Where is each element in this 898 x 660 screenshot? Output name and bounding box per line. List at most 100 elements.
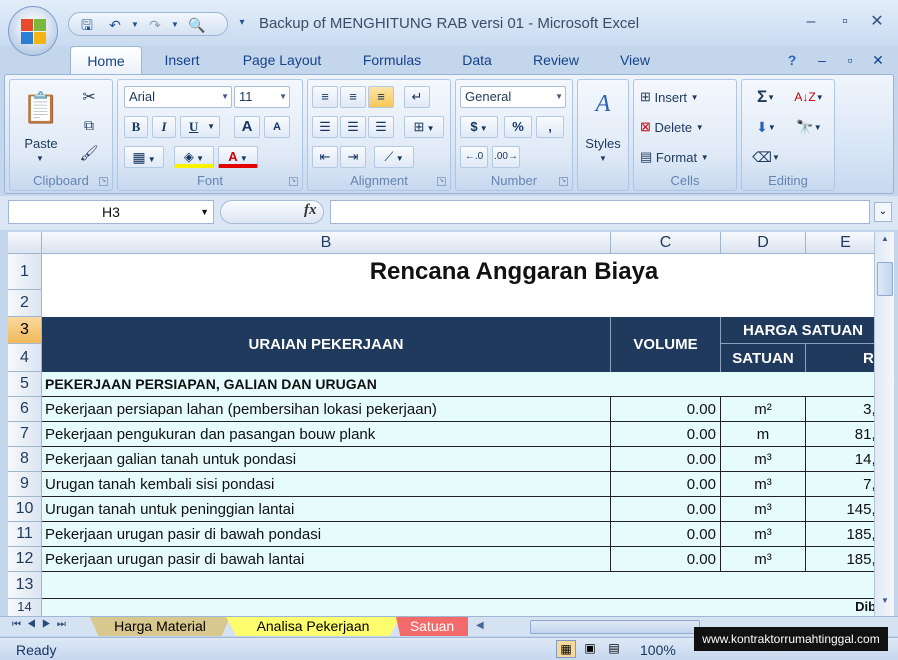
total-row-cell-e[interactable]: J	[806, 572, 874, 599]
font-name-input[interactable]: Arial ▼	[124, 86, 232, 108]
cell-volume[interactable]: 0.00	[611, 522, 721, 547]
clear-icon[interactable]: ⌫ ▼	[748, 146, 784, 168]
format-painter-icon[interactable]: 🖌	[76, 142, 102, 164]
number-format-select[interactable]: General ▼	[460, 86, 566, 108]
italic-button[interactable]: I	[152, 116, 176, 138]
sheet-tab-satuan[interactable]: Satuan	[396, 617, 468, 636]
page-layout-view-icon[interactable]: ▣	[580, 640, 600, 658]
tab-page-layout[interactable]: Page Layout	[230, 46, 334, 74]
cell-satuan[interactable]: m³	[721, 472, 806, 497]
total-row[interactable]	[42, 572, 874, 599]
cell-uraian[interactable]: Urugan tanah kembali sisi pondasi	[42, 472, 611, 497]
styles-icon[interactable]: A	[586, 88, 620, 120]
header-satuan[interactable]: SATUAN	[721, 344, 806, 372]
cell-uraian[interactable]: Pekerjaan urugan pasir di bawah pondasi	[42, 522, 611, 547]
workbook-close-icon[interactable]: ✕	[868, 46, 888, 74]
clipboard-expand-icon[interactable]: ↘	[99, 177, 108, 186]
decrease-indent-icon[interactable]: ⇤	[312, 146, 338, 168]
copy-icon[interactable]: ⧉	[76, 114, 102, 136]
merge-center-icon[interactable]: ⊞ ▼	[404, 116, 444, 138]
tab-view[interactable]: View	[606, 46, 664, 74]
ribbon-restore-icon[interactable]: ▫	[840, 46, 860, 74]
insert-function-icon[interactable]: fx	[304, 202, 317, 219]
align-left-icon[interactable]: ☰	[312, 116, 338, 138]
cell-uraian[interactable]: Urugan tanah untuk peninggian lantai	[42, 497, 611, 522]
shrink-font-button[interactable]: A	[264, 116, 290, 138]
page-break-view-icon[interactable]: ▤	[604, 640, 624, 658]
align-middle-icon[interactable]: ≡	[340, 86, 366, 108]
scroll-down-icon[interactable]: ▼	[877, 596, 893, 610]
format-cells-button[interactable]: ▤ Format ▼	[640, 146, 734, 168]
header-uraian-pekerjaan[interactable]: URAIAN PEKERJAAN	[42, 317, 611, 372]
cell-harga[interactable]: 14,7	[806, 447, 874, 472]
name-box[interactable]: H3 ▼	[8, 200, 214, 224]
header-volume[interactable]: VOLUME	[611, 317, 721, 372]
header-rp[interactable]: Rp	[806, 344, 874, 372]
cell-harga[interactable]: 81,4	[806, 422, 874, 447]
cell-satuan[interactable]: m³	[721, 547, 806, 572]
help-icon[interactable]: ?	[780, 46, 804, 74]
cell-volume[interactable]: 0.00	[611, 472, 721, 497]
column-header-d[interactable]: D	[721, 232, 806, 254]
cell-volume[interactable]: 0.00	[611, 547, 721, 572]
cell-volume[interactable]: 0.00	[611, 422, 721, 447]
sheet-tab-analisa-pekerjaan[interactable]: Analisa Pekerjaan	[226, 617, 400, 636]
number-expand-icon[interactable]: ↘	[559, 177, 568, 186]
tab-review[interactable]: Review	[520, 46, 592, 74]
worksheet-grid[interactable]: B C D E 1 2 3 4 5 6 7 8 9 10 11 12 13 14…	[8, 232, 874, 616]
paste-button[interactable]: Paste	[16, 134, 66, 152]
scroll-up-icon[interactable]: ▲	[877, 234, 893, 248]
wrap-text-icon[interactable]: ↵	[404, 86, 430, 108]
expand-formula-bar-icon[interactable]: ⌄	[874, 202, 892, 222]
row-header[interactable]: 2	[8, 290, 42, 317]
styles-dropdown-icon[interactable]: ▼	[594, 152, 612, 164]
vertical-scrollbar[interactable]: ▲ ▼	[874, 232, 894, 616]
font-expand-icon[interactable]: ↘	[289, 177, 298, 186]
section-title[interactable]: PEKERJAAN PERSIAPAN, GALIAN DAN URUGAN	[42, 372, 874, 397]
cell-harga[interactable]: 7,3	[806, 472, 874, 497]
bold-button[interactable]: B	[124, 116, 148, 138]
currency-button[interactable]: $ ▼	[460, 116, 498, 138]
cell-satuan[interactable]: m³	[721, 447, 806, 472]
increase-indent-icon[interactable]: ⇥	[340, 146, 366, 168]
row-header[interactable]: 4	[8, 344, 42, 372]
styles-button[interactable]: Styles	[578, 134, 628, 152]
row-header[interactable]: 8	[8, 447, 42, 472]
tab-insert[interactable]: Insert	[150, 46, 214, 74]
cell-volume[interactable]: 0.00	[611, 497, 721, 522]
sheet-nav-icons[interactable]: ⏮◀▶⏭	[12, 619, 72, 630]
cut-icon[interactable]: ✂	[76, 86, 102, 108]
align-center-icon[interactable]: ☰	[340, 116, 366, 138]
tab-formulas[interactable]: Formulas	[350, 46, 434, 74]
minimize-button[interactable]: –	[798, 11, 824, 33]
tab-home[interactable]: Home	[70, 46, 142, 76]
row-header[interactable]: 10	[8, 497, 42, 522]
column-header-c[interactable]: C	[611, 232, 721, 254]
office-button[interactable]	[8, 6, 58, 56]
fill-icon[interactable]: ⬇ ▼	[748, 116, 784, 138]
formula-input[interactable]	[330, 200, 870, 224]
maximize-button[interactable]: ▫	[832, 11, 858, 33]
row-header[interactable]: 13	[8, 572, 42, 599]
column-header-e[interactable]: E	[806, 232, 874, 254]
signature-row-cell-e[interactable]: Dibu	[806, 599, 874, 616]
cell-satuan[interactable]: m	[721, 422, 806, 447]
row-header[interactable]: 11	[8, 522, 42, 547]
ribbon-minimize-icon[interactable]: –	[812, 46, 832, 74]
row-header[interactable]: 6	[8, 397, 42, 422]
tab-data[interactable]: Data	[450, 46, 504, 74]
borders-button[interactable]: ▦ ▼	[124, 146, 164, 168]
orientation-icon[interactable]: ⟋ ▼	[374, 146, 414, 168]
grow-font-button[interactable]: A	[234, 116, 260, 138]
sort-filter-icon[interactable]: A↓Z ▼	[790, 86, 828, 108]
cell-harga[interactable]: 185,2	[806, 547, 874, 572]
font-color-button[interactable]: A ▼	[218, 146, 258, 168]
delete-cells-button[interactable]: ⊠ Delete ▼	[640, 116, 734, 138]
sheet-tab-harga-material[interactable]: Harga Material	[90, 617, 230, 636]
align-top-icon[interactable]: ≡	[312, 86, 338, 108]
cell-harga[interactable]: 185,2	[806, 522, 874, 547]
cell-satuan[interactable]: m²	[721, 397, 806, 422]
align-bottom-icon[interactable]: ≡	[368, 86, 394, 108]
horizontal-scroll-thumb[interactable]	[530, 620, 700, 634]
row-header[interactable]: 14	[8, 599, 42, 616]
